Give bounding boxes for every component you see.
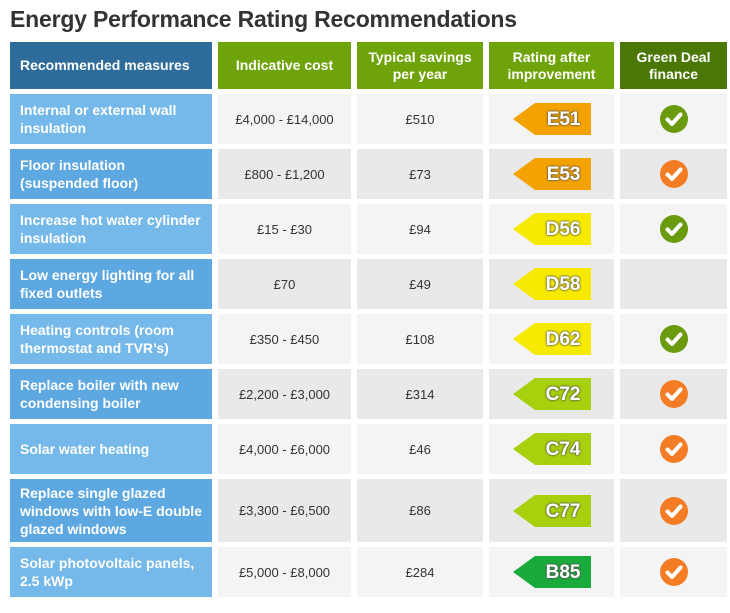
rating-cell: E53 (489, 149, 614, 199)
rating-cell: B85 (489, 547, 614, 597)
recommendations-table: Recommended measures Indicative cost Typ… (10, 42, 727, 597)
checkmark-icon (659, 557, 689, 587)
rating-badge: D58 (512, 268, 591, 300)
checkmark-icon (659, 159, 689, 189)
measure-cell: Solar photovoltaic panels, 2.5 kWp (10, 547, 212, 597)
measure-cell: Low energy lighting for all fixed outlet… (10, 259, 212, 309)
rating-badge: C77 (512, 494, 591, 527)
finance-cell (620, 424, 727, 474)
cost-cell: £15 - £30 (218, 204, 351, 254)
rating-label: C74 (545, 439, 581, 460)
checkmark-icon (659, 214, 689, 244)
measure-cell: Solar water heating (10, 424, 212, 474)
header-indicative-cost: Indicative cost (218, 42, 351, 89)
checkmark-icon (659, 379, 689, 409)
checkmark-icon (659, 434, 689, 464)
savings-cell: £49 (357, 259, 483, 309)
rating-label: D62 (545, 329, 581, 350)
rating-cell: D58 (489, 259, 614, 309)
savings-cell: £284 (357, 547, 483, 597)
cost-cell: £4,000 - £14,000 (218, 94, 351, 144)
rating-label: E53 (546, 164, 581, 185)
rating-badge: C74 (512, 433, 591, 465)
finance-cell (620, 369, 727, 419)
rating-cell: D56 (489, 204, 614, 254)
savings-cell: £314 (357, 369, 483, 419)
rating-label: D56 (545, 219, 581, 240)
rating-badge: C72 (512, 378, 591, 410)
rating-label: C77 (545, 500, 581, 522)
savings-cell: £86 (357, 479, 483, 542)
savings-cell: £94 (357, 204, 483, 254)
header-rating-after: Rating after improvement (489, 42, 614, 89)
cost-cell: £70 (218, 259, 351, 309)
cost-cell: £350 - £450 (218, 314, 351, 364)
finance-cell (620, 479, 727, 542)
rating-cell: C77 (489, 479, 614, 542)
rating-badge: B85 (512, 556, 591, 588)
rating-cell: D62 (489, 314, 614, 364)
savings-cell: £73 (357, 149, 483, 199)
cost-cell: £4,000 - £6,000 (218, 424, 351, 474)
rating-badge: E53 (512, 158, 591, 190)
finance-cell (620, 259, 727, 309)
finance-cell (620, 314, 727, 364)
header-recommended-measures: Recommended measures (10, 42, 212, 89)
rating-badge: D62 (512, 323, 591, 355)
finance-cell (620, 547, 727, 597)
cost-cell: £800 - £1,200 (218, 149, 351, 199)
checkmark-icon (659, 104, 689, 134)
measure-cell: Increase hot water cylinder insulation (10, 204, 212, 254)
finance-cell (620, 94, 727, 144)
savings-cell: £108 (357, 314, 483, 364)
measure-cell: Internal or external wall insulation (10, 94, 212, 144)
cost-cell: £2,200 - £3,000 (218, 369, 351, 419)
finance-cell (620, 149, 727, 199)
checkmark-icon (659, 324, 689, 354)
savings-cell: £46 (357, 424, 483, 474)
measure-cell: Replace boiler with new condensing boile… (10, 369, 212, 419)
rating-label: C72 (545, 384, 581, 405)
measure-cell: Replace single glazed windows with low-E… (10, 479, 212, 542)
cost-cell: £5,000 - £8,000 (218, 547, 351, 597)
rating-label: B85 (545, 562, 581, 583)
chart-title: Energy Performance Rating Recommendation… (10, 6, 517, 32)
rating-label: E51 (546, 109, 581, 130)
header-typical-savings: Typical savings per year (357, 42, 483, 89)
rating-cell: C72 (489, 369, 614, 419)
measure-cell: Heating controls (room thermostat and TV… (10, 314, 212, 364)
checkmark-icon (659, 496, 689, 526)
savings-cell: £510 (357, 94, 483, 144)
rating-badge: D56 (512, 213, 591, 245)
measure-cell: Floor insulation (suspended floor) (10, 149, 212, 199)
cost-cell: £3,300 - £6,500 (218, 479, 351, 542)
rating-cell: E51 (489, 94, 614, 144)
rating-badge: E51 (512, 103, 591, 135)
header-green-deal: Green Deal finance (620, 42, 727, 89)
rating-cell: C74 (489, 424, 614, 474)
finance-cell (620, 204, 727, 254)
rating-label: D58 (545, 274, 581, 295)
